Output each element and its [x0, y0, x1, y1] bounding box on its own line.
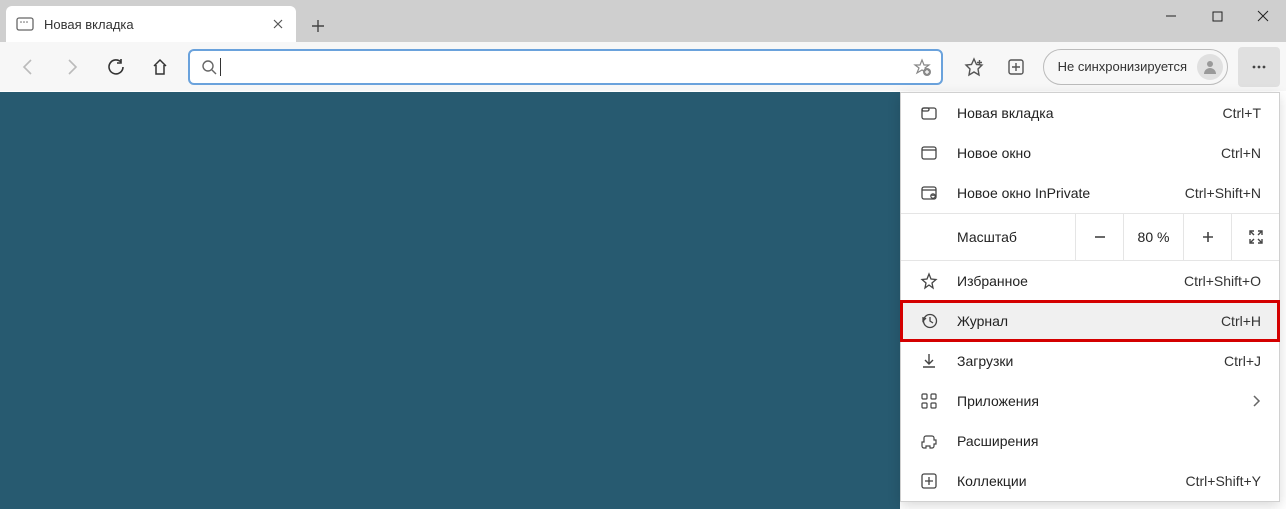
collections-button[interactable]: [995, 47, 1037, 87]
tabstrip: Новая вкладка: [0, 0, 334, 42]
new-tab-icon: [919, 103, 939, 123]
zoom-label: Масштаб: [901, 229, 1075, 245]
menu-favorites[interactable]: Избранное Ctrl+Shift+O: [901, 261, 1279, 301]
browser-tab[interactable]: Новая вкладка: [6, 6, 296, 42]
menu-zoom-row: Масштаб 80 %: [901, 213, 1279, 261]
back-button[interactable]: [6, 47, 50, 87]
menu-label: Коллекции: [957, 473, 1186, 489]
titlebar: Новая вкладка: [0, 0, 1286, 42]
menu-collections[interactable]: Коллекции Ctrl+Shift+Y: [901, 461, 1279, 501]
maximize-button[interactable]: [1194, 0, 1240, 32]
menu-shortcut: Ctrl+H: [1221, 313, 1261, 329]
search-icon: [198, 59, 220, 75]
menu-history[interactable]: Журнал Ctrl+H: [901, 301, 1279, 341]
extensions-icon: [919, 431, 939, 451]
forward-button[interactable]: [50, 47, 94, 87]
minimize-button[interactable]: [1148, 0, 1194, 32]
zoom-in-button[interactable]: [1183, 213, 1231, 261]
tab-title: Новая вкладка: [44, 17, 134, 32]
menu-extensions[interactable]: Расширения: [901, 421, 1279, 461]
menu-label: Загрузки: [957, 353, 1224, 369]
menu-inprivate[interactable]: Новое окно InPrivate Ctrl+Shift+N: [901, 173, 1279, 213]
history-icon: [919, 311, 939, 331]
menu-label: Новое окно InPrivate: [957, 185, 1185, 201]
menu-shortcut: Ctrl+Shift+N: [1185, 185, 1261, 201]
more-menu-button[interactable]: [1238, 47, 1280, 87]
sync-label: Не синхронизируется: [1058, 59, 1187, 74]
address-input[interactable]: [221, 51, 911, 83]
content-area: Новая вкладка Ctrl+T Новое окно Ctrl+N Н…: [0, 92, 1286, 509]
menu-shortcut: Ctrl+Shift+Y: [1186, 473, 1261, 489]
menu-label: Приложения: [957, 393, 1243, 409]
menu-shortcut: Ctrl+J: [1224, 353, 1261, 369]
page-background: [0, 92, 900, 509]
home-button[interactable]: [138, 47, 182, 87]
download-icon: [919, 351, 939, 371]
menu-label: Журнал: [957, 313, 1221, 329]
avatar-icon: [1197, 54, 1223, 80]
chevron-right-icon: [1243, 395, 1261, 407]
window-controls: [1148, 0, 1286, 42]
toolbar: Не синхронизируется: [0, 42, 1286, 92]
zoom-out-button[interactable]: [1075, 213, 1123, 261]
address-bar[interactable]: [188, 49, 943, 85]
profile-sync-button[interactable]: Не синхронизируется: [1043, 49, 1228, 85]
menu-label: Новое окно: [957, 145, 1221, 161]
new-window-icon: [919, 143, 939, 163]
tab-favicon: [16, 15, 34, 33]
menu-new-window[interactable]: Новое окно Ctrl+N: [901, 133, 1279, 173]
menu-new-tab[interactable]: Новая вкладка Ctrl+T: [901, 93, 1279, 133]
menu-apps[interactable]: Приложения: [901, 381, 1279, 421]
close-window-button[interactable]: [1240, 0, 1286, 32]
favorites-button[interactable]: [953, 47, 995, 87]
menu-label: Расширения: [957, 433, 1261, 449]
tab-close-button[interactable]: [270, 16, 286, 32]
menu-shortcut: Ctrl+T: [1223, 105, 1262, 121]
fullscreen-button[interactable]: [1231, 213, 1279, 261]
zoom-value: 80 %: [1123, 214, 1183, 260]
collections-icon: [919, 471, 939, 491]
inprivate-icon: [919, 183, 939, 203]
refresh-button[interactable]: [94, 47, 138, 87]
app-menu: Новая вкладка Ctrl+T Новое окно Ctrl+N Н…: [900, 92, 1280, 502]
menu-shortcut: Ctrl+Shift+O: [1184, 273, 1261, 289]
star-icon: [919, 271, 939, 291]
menu-shortcut: Ctrl+N: [1221, 145, 1261, 161]
menu-downloads[interactable]: Загрузки Ctrl+J: [901, 341, 1279, 381]
new-tab-button[interactable]: [302, 10, 334, 42]
menu-label: Избранное: [957, 273, 1184, 289]
add-favorite-button[interactable]: [911, 58, 933, 76]
menu-label: Новая вкладка: [957, 105, 1223, 121]
apps-icon: [919, 391, 939, 411]
